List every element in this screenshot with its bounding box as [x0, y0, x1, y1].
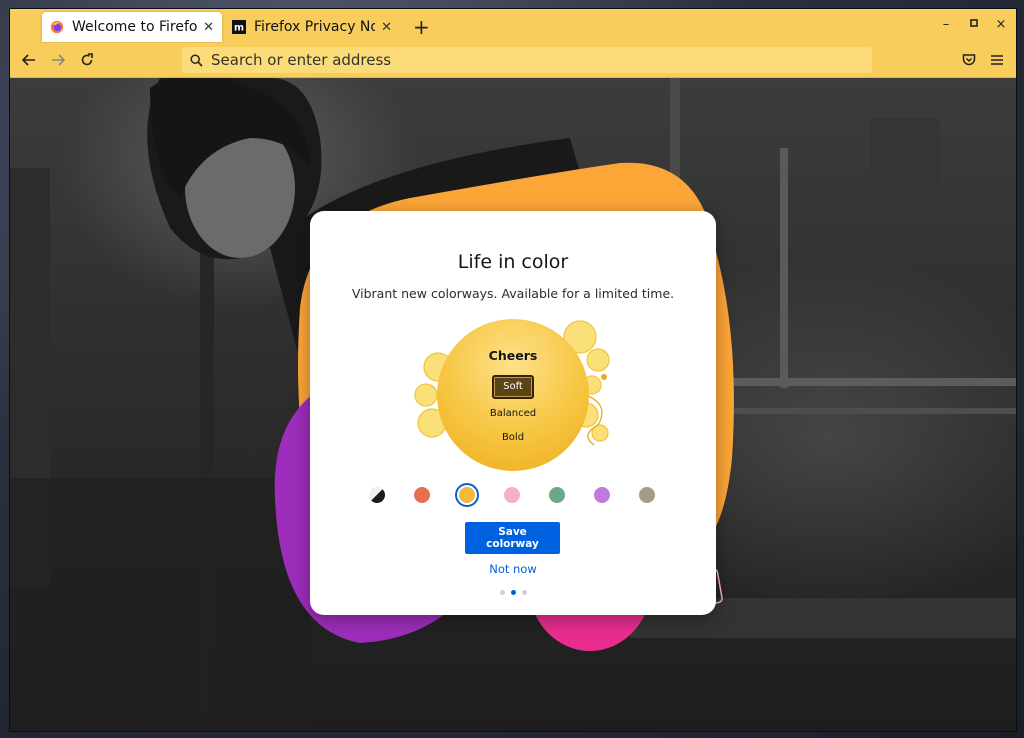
- not-now-link[interactable]: Not now: [310, 562, 716, 576]
- step-indicator: [310, 590, 716, 595]
- colorway-swatches: [369, 487, 657, 507]
- svg-text:m: m: [234, 23, 244, 34]
- page-content: Life in color Vibrant new colorways. Ava…: [10, 78, 1016, 731]
- swatch-red[interactable]: [414, 487, 430, 503]
- pocket-icon: [962, 54, 976, 66]
- maximize-button[interactable]: [964, 17, 984, 32]
- maximize-icon: [970, 19, 978, 27]
- swatch-beige[interactable]: [639, 487, 655, 503]
- minimize-button[interactable]: –: [936, 17, 956, 32]
- colorway-preview-circle: Cheers Soft Balanced Bold: [437, 319, 589, 471]
- card-subtitle: Vibrant new colorways. Available for a l…: [351, 286, 675, 301]
- card-title: Life in color: [457, 251, 569, 273]
- arrow-right-icon: [52, 54, 65, 66]
- colorway-card: Life in color Vibrant new colorways. Ava…: [310, 211, 716, 615]
- swatch-green[interactable]: [549, 487, 565, 503]
- variation-soft[interactable]: Soft: [492, 375, 534, 399]
- close-tab-icon[interactable]: ✕: [381, 20, 392, 35]
- search-icon: [190, 53, 203, 67]
- close-window-button[interactable]: ×: [991, 17, 1011, 32]
- variation-balanced[interactable]: Balanced: [490, 408, 536, 419]
- step-dot: [521, 590, 527, 595]
- address-bar[interactable]: [182, 47, 872, 73]
- close-tab-icon[interactable]: ✕: [203, 20, 214, 35]
- arrow-left-icon: [22, 54, 35, 66]
- pocket-button[interactable]: [958, 49, 980, 71]
- forward-button[interactable]: [47, 49, 69, 71]
- address-input[interactable]: [211, 51, 811, 69]
- colorway-hero: Cheers Soft Balanced Bold: [410, 315, 616, 475]
- tab-title: Firefox Privacy Notice: [254, 19, 376, 35]
- colorway-name: Cheers: [488, 348, 538, 363]
- new-tab-plus-icon[interactable]: +: [413, 15, 430, 39]
- reload-button[interactable]: [76, 49, 98, 71]
- swatch-pink[interactable]: [504, 487, 520, 503]
- mozilla-m-icon: m: [232, 20, 246, 34]
- save-colorway-button[interactable]: Save colorway: [465, 522, 560, 554]
- tab-bar: Welcome to Firefox ✕ m Firefox Privacy N…: [10, 9, 1016, 43]
- step-dot-current: [510, 590, 516, 595]
- hamburger-menu-icon: [991, 55, 1003, 65]
- reload-icon: [81, 53, 93, 66]
- browser-window: Welcome to Firefox ✕ m Firefox Privacy N…: [10, 9, 1016, 731]
- variation-bold[interactable]: Bold: [502, 432, 524, 443]
- tab-privacy-notice[interactable]: m Firefox Privacy Notice ✕: [224, 12, 400, 42]
- swatch-purple[interactable]: [594, 487, 610, 503]
- tab-title: Welcome to Firefox: [72, 19, 198, 35]
- back-button[interactable]: [18, 49, 40, 71]
- swatch-default[interactable]: [369, 487, 385, 503]
- step-dot: [499, 590, 505, 595]
- firefox-logo-icon: [50, 20, 64, 34]
- swatch-yellow[interactable]: [459, 487, 475, 503]
- navigation-toolbar: [10, 43, 1016, 78]
- app-menu-button[interactable]: [986, 49, 1008, 71]
- tab-welcome[interactable]: Welcome to Firefox ✕: [42, 12, 222, 42]
